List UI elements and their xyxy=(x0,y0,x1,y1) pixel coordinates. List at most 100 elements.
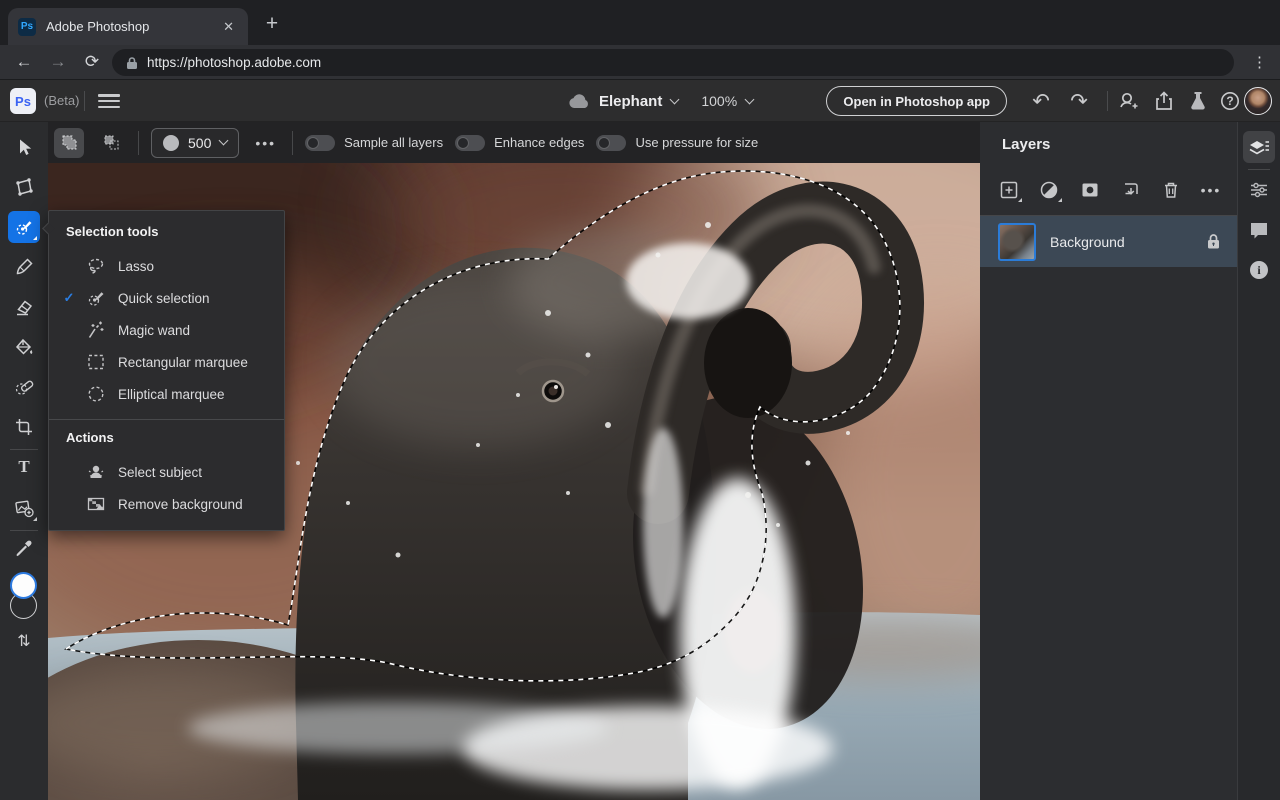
undo-icon[interactable]: ↶ xyxy=(1027,87,1055,115)
eraser-tool-icon xyxy=(17,300,33,316)
layers-rail-button[interactable] xyxy=(1243,131,1275,163)
sample-all-layers-toggle[interactable] xyxy=(305,134,336,151)
back-icon[interactable]: ← xyxy=(10,48,38,76)
menu-item-select-subject[interactable]: Select subject xyxy=(49,456,284,488)
layer-mask-button[interactable] xyxy=(1077,177,1103,203)
share-icon[interactable] xyxy=(1150,87,1178,115)
open-in-photoshop-button[interactable]: Open in Photoshop app xyxy=(826,86,1007,116)
enhance-edges-toggle[interactable] xyxy=(455,134,486,151)
color-swatches[interactable] xyxy=(6,572,42,624)
adjustment-layer-icon xyxy=(1041,181,1058,199)
transform-tool-icon xyxy=(16,178,33,196)
divider xyxy=(292,130,294,155)
browser-menu-icon[interactable]: ⋮ xyxy=(1246,48,1274,76)
subtract-selection-mode-button[interactable] xyxy=(96,128,126,158)
labs-flask-icon[interactable] xyxy=(1184,87,1212,115)
healing-brush-tool-icon xyxy=(15,380,34,395)
reload-icon[interactable]: ⟳ xyxy=(78,48,106,76)
adjustments-rail-button[interactable] xyxy=(1243,174,1275,206)
main-menu-icon[interactable] xyxy=(98,92,120,110)
fill-tool-icon xyxy=(15,338,33,355)
document-cluster: Elephant 100% xyxy=(568,80,755,122)
divider xyxy=(10,449,38,450)
menu-item-quick-selection[interactable]: ✓ Quick selection xyxy=(49,282,284,314)
chevron-down-icon[interactable] xyxy=(669,94,680,104)
new-tab-button[interactable]: + xyxy=(258,10,286,38)
photoshop-appbar: Ps (Beta) Elephant 100% Open in Photosho… xyxy=(0,80,1280,122)
check-icon: ✓ xyxy=(63,290,75,305)
delete-layer-button[interactable] xyxy=(1158,177,1184,203)
crop-tool[interactable] xyxy=(8,411,40,443)
add-layer-button[interactable] xyxy=(996,177,1022,203)
enhance-edges-label: Enhance edges xyxy=(494,135,585,150)
healing-brush-tool[interactable] xyxy=(8,371,40,403)
type-tool-icon: T xyxy=(18,457,30,476)
more-options-icon[interactable]: ••• xyxy=(251,135,280,151)
info-rail-button[interactable]: i xyxy=(1243,254,1275,286)
menu-item-lasso[interactable]: Lasso xyxy=(49,250,284,282)
place-image-tool[interactable] xyxy=(8,492,40,524)
brush-size-value: 500 xyxy=(188,134,212,151)
layer-thumbnail[interactable] xyxy=(998,222,1036,261)
new-selection-mode-button[interactable] xyxy=(54,127,84,158)
menu-item-label: Quick selection xyxy=(118,290,210,306)
close-tab-icon[interactable]: ✕ xyxy=(219,17,238,37)
invite-people-icon[interactable] xyxy=(1114,87,1142,115)
move-tool-icon xyxy=(20,139,32,155)
menu-item-rectangular-marquee[interactable]: Rectangular marquee xyxy=(49,346,284,378)
swap-colors-icon: ⇅ xyxy=(17,633,31,650)
layers-more-icon[interactable]: ••• xyxy=(1198,177,1224,203)
use-pressure-toggle[interactable] xyxy=(596,134,627,151)
subtract-selection-icon xyxy=(104,135,118,150)
menu-item-label: Lasso xyxy=(118,258,155,274)
toolbar: T ⇅ xyxy=(0,122,48,800)
zoom-level[interactable]: 100% xyxy=(701,93,737,109)
url-text: https://photoshop.adobe.com xyxy=(147,55,322,70)
eyedropper-tool-icon xyxy=(16,540,32,557)
cloud-icon xyxy=(569,93,588,108)
divider xyxy=(84,91,85,111)
foreground-color-swatch[interactable] xyxy=(10,572,37,599)
layer-row-background[interactable]: Background xyxy=(980,216,1237,267)
ps-logo[interactable]: Ps xyxy=(10,88,36,114)
redo-icon[interactable]: ↷ xyxy=(1065,87,1093,115)
lasso-icon xyxy=(85,256,107,276)
adjustment-layer-button[interactable] xyxy=(1036,177,1063,203)
brush-size-dropdown[interactable]: 500 xyxy=(151,127,240,158)
select-subject-icon xyxy=(85,462,107,482)
avatar[interactable] xyxy=(1244,87,1272,115)
document-name[interactable]: Elephant xyxy=(599,93,662,110)
url-bar[interactable]: https://photoshop.adobe.com xyxy=(112,49,1234,76)
group-layers-button[interactable] xyxy=(1117,177,1143,203)
transform-tool[interactable] xyxy=(8,171,40,203)
sliders-icon xyxy=(1251,182,1267,198)
menu-item-label: Select subject xyxy=(118,464,203,480)
add-selection-icon xyxy=(62,135,76,150)
eyedropper-tool[interactable] xyxy=(8,532,40,564)
menu-item-remove-background[interactable]: Remove background xyxy=(49,488,284,520)
selection-tools-flyout: Selection tools Lasso ✓ Quick selection xyxy=(42,210,285,531)
browser-tab[interactable]: Ps Adobe Photoshop ✕ xyxy=(8,8,248,45)
remove-background-icon xyxy=(85,494,107,514)
help-icon[interactable]: ? xyxy=(1216,87,1244,115)
menu-item-elliptical-marquee[interactable]: Elliptical marquee xyxy=(49,378,284,410)
type-tool[interactable]: T xyxy=(8,451,40,483)
menu-item-magic-wand[interactable]: Magic wand xyxy=(49,314,284,346)
fill-tool[interactable] xyxy=(8,331,40,363)
chevron-down-icon xyxy=(218,135,229,146)
swap-colors-button[interactable]: ⇅ xyxy=(8,625,40,657)
quick-selection-tool[interactable] xyxy=(8,211,40,243)
menu-item-label: Elliptical marquee xyxy=(118,386,225,402)
forward-icon[interactable]: → xyxy=(44,48,72,76)
comments-rail-button[interactable] xyxy=(1243,214,1275,246)
move-tool[interactable] xyxy=(8,131,40,163)
chevron-down-icon[interactable] xyxy=(744,94,755,104)
comment-icon xyxy=(1251,222,1267,238)
magic-wand-icon xyxy=(85,320,107,340)
brush-tool[interactable] xyxy=(8,251,40,283)
place-image-tool-icon xyxy=(15,500,34,518)
eraser-tool[interactable] xyxy=(8,291,40,323)
lock-icon[interactable] xyxy=(1206,233,1221,250)
info-icon: i xyxy=(1250,261,1268,279)
trash-icon xyxy=(1164,182,1177,198)
